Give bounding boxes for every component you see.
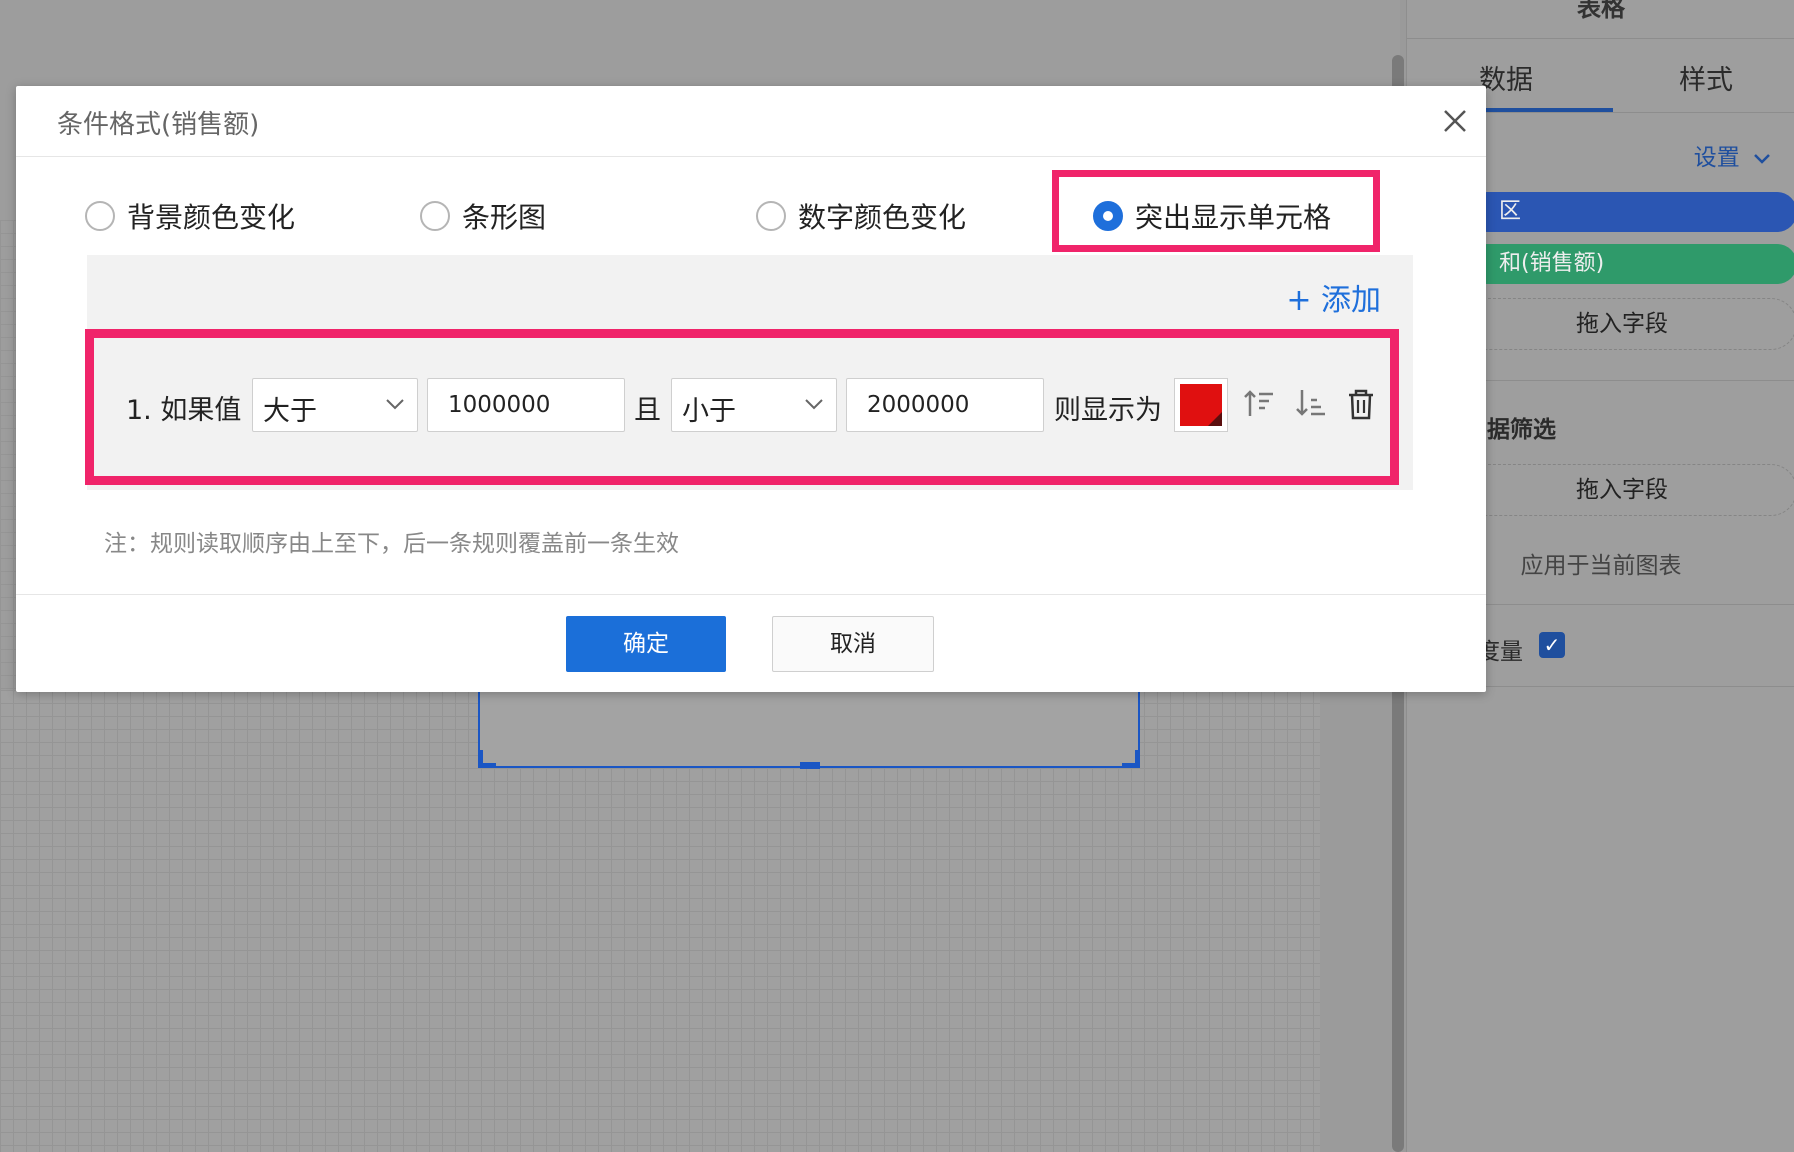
canvas-grid-strip (0, 220, 16, 690)
settings-label: 设置 (1693, 145, 1740, 171)
rule-order-note: 注：规则读取顺序由上至下，后一条规则覆盖前一条生效 (104, 531, 679, 557)
filter-drop-zone[interactable]: 拖入字段 (1447, 464, 1794, 516)
value-input-2[interactable]: 2000000 (846, 378, 1044, 432)
settings-link[interactable]: 设置 (1694, 138, 1771, 172)
tab-style[interactable]: 样式 (1679, 58, 1733, 97)
chart-widget-frame[interactable] (478, 690, 1140, 769)
trash-icon[interactable] (1344, 386, 1378, 422)
filter-section-label: 据筛选 (1487, 417, 1556, 443)
select-value: 大于 (263, 396, 317, 427)
rule-row: 1. 如果值 大于 1000000 且 小于 2000000 则显示为 (16, 86, 1486, 692)
conditional-format-dialog: 条件格式(销售额) 背景颜色变化 条形图 数字颜色变化 突出显示单元格 + 添加… (16, 86, 1486, 692)
resize-handle-bottom-left-v[interactable] (478, 750, 483, 768)
field-pill-sales-sum[interactable]: 和(销售额) (1467, 244, 1794, 284)
cancel-button[interactable]: 取消 (772, 616, 934, 672)
and-label: 且 (634, 395, 661, 426)
chevron-down-icon (805, 399, 823, 410)
tab-data[interactable]: 数据 (1479, 58, 1533, 97)
then-label: 则显示为 (1054, 395, 1162, 426)
chevron-down-icon (1754, 154, 1770, 164)
operator-select-2[interactable]: 小于 (671, 378, 837, 432)
resize-handle-bottom-right-v[interactable] (1135, 750, 1140, 768)
measure-checkbox[interactable]: ✓ (1539, 632, 1565, 658)
panel-title: 表格 (1577, 0, 1625, 22)
rule-prefix: 1. 如果值 (126, 395, 242, 426)
move-up-icon[interactable] (1242, 386, 1276, 422)
color-picker-corner (1208, 412, 1222, 426)
divider (1407, 38, 1794, 39)
drop-field-zone[interactable]: 拖入字段 (1447, 298, 1794, 350)
resize-handle-bottom[interactable] (800, 762, 820, 769)
canvas-margin (1320, 690, 1392, 1152)
select-value: 小于 (682, 396, 736, 427)
footer-divider (16, 594, 1486, 595)
color-picker[interactable] (1174, 378, 1228, 432)
move-down-icon[interactable] (1294, 386, 1328, 422)
operator-select-1[interactable]: 大于 (252, 378, 418, 432)
chevron-down-icon (386, 399, 404, 410)
field-pill-region[interactable]: 区 (1467, 192, 1794, 232)
value-input-1[interactable]: 1000000 (427, 378, 625, 432)
confirm-button[interactable]: 确定 (566, 616, 726, 672)
